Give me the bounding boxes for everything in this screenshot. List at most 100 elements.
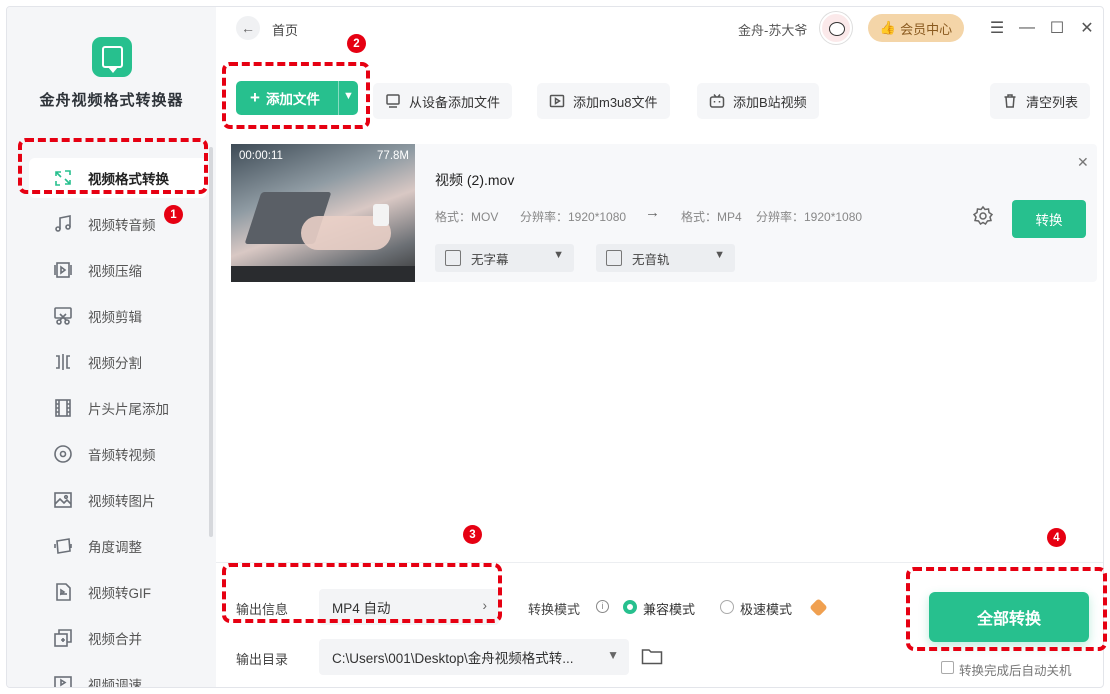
video-size: 77.8M: [377, 150, 409, 162]
add-from-device-label: 从设备添加文件: [409, 94, 501, 110]
convert-button[interactable]: 转换: [1012, 200, 1086, 238]
info-icon[interactable]: i: [596, 600, 609, 613]
sidebar: 金舟视频格式转换器 视频格式转换 视频转音频 视频压缩 视频剪辑 视频分割 片头…: [7, 7, 216, 688]
annotation-badge: 1: [164, 205, 183, 224]
output-dir-label: 输出目录: [236, 652, 289, 667]
add-bilibili-label: 添加B站视频: [733, 94, 807, 110]
app-logo-icon: [92, 37, 132, 77]
menu-icon[interactable]: ☰: [987, 18, 1007, 38]
maximize-icon[interactable]: ☐: [1047, 18, 1067, 38]
source-format: 格式：MOV: [435, 210, 499, 224]
music-note-icon: [51, 212, 75, 236]
arrow-right-icon: →: [645, 204, 660, 221]
chevron-down-icon: ▼: [607, 648, 619, 662]
add-m3u8-label: 添加m3u8文件: [573, 94, 658, 110]
sidebar-item-label: 视频分割: [88, 356, 142, 371]
file-name: 视频 (2).mov: [435, 172, 515, 188]
thumbs-up-icon: 👍: [879, 20, 897, 35]
chevron-down-icon: ▼: [714, 249, 725, 261]
vip-center-button[interactable]: 👍 会员中心: [868, 14, 964, 42]
sidebar-item-rotate[interactable]: 角度调整: [29, 526, 207, 566]
video-thumbnail[interactable]: 00:00:11 77.8M: [231, 144, 415, 282]
close-icon[interactable]: ✕: [1077, 18, 1097, 38]
sidebar-item-compress[interactable]: 视频压缩: [29, 250, 207, 290]
audio-track-icon: [606, 250, 622, 266]
sidebar-scrollbar[interactable]: [209, 147, 213, 537]
bilibili-icon: [709, 94, 725, 108]
sidebar-item-label: 视频转音频: [88, 218, 156, 233]
sidebar-item-speed[interactable]: 视频调速: [29, 664, 207, 688]
avatar[interactable]: [820, 12, 852, 44]
back-button[interactable]: ←: [236, 16, 260, 40]
app-title: 金舟视频格式转换器: [39, 92, 184, 109]
convert-mode-label: 转换模式: [528, 602, 581, 617]
image-icon: [51, 488, 75, 512]
annotation-badge: 2: [347, 34, 366, 53]
sidebar-item-label: 音频转视频: [88, 448, 156, 463]
fast-mode-radio[interactable]: [720, 600, 734, 614]
clear-list-button[interactable]: 清空列表: [990, 83, 1091, 119]
sidebar-item-label: 视频合并: [88, 632, 142, 647]
fast-mode-label[interactable]: 极速模式: [740, 599, 792, 618]
rotate-icon: [51, 534, 75, 558]
sidebar-item-intro-outro[interactable]: 片头片尾添加: [29, 388, 207, 428]
vip-center-label: 会员中心: [900, 21, 953, 37]
auto-shutdown-label[interactable]: 转换完成后自动关机: [959, 660, 1072, 679]
subtitle-value: 无字幕: [471, 252, 509, 267]
gear-icon[interactable]: [971, 204, 995, 228]
target-format: 格式：MP4: [681, 210, 742, 224]
folder-icon[interactable]: [641, 647, 663, 665]
annotation-box-convert-all: [906, 567, 1107, 651]
sidebar-item-label: 视频转GIF: [88, 586, 151, 601]
output-dir-value: C:\Users\001\Desktop\金舟视频格式转...: [332, 651, 574, 666]
annotation-box-sidebar: [18, 138, 208, 194]
sidebar-item-label: 视频调速: [88, 678, 142, 688]
merge-icon: [51, 626, 75, 650]
annotation-box-add-file: [222, 62, 370, 129]
breadcrumb[interactable]: 首页: [272, 20, 298, 39]
clear-list-label: 清空列表: [1026, 94, 1079, 110]
trash-icon: [1004, 94, 1016, 108]
audio-track-value: 无音轨: [632, 252, 670, 267]
file-list-item: 00:00:11 77.8M 视频 (2).mov 格式：MOV 分辨率：192…: [231, 144, 1097, 282]
annotation-box-output-format: [222, 563, 502, 623]
sidebar-item-label: 视频剪辑: [88, 310, 142, 325]
audio-track-dropdown[interactable]: 无音轨 ▼: [596, 244, 735, 272]
annotation-badge: 4: [1047, 528, 1066, 547]
add-from-device-button[interactable]: 从设备添加文件: [373, 83, 513, 119]
sidebar-item-video-to-image[interactable]: 视频转图片: [29, 480, 207, 520]
sidebar-item-label: 片头片尾添加: [88, 402, 169, 417]
minimize-icon[interactable]: —: [1017, 18, 1037, 38]
add-m3u8-button[interactable]: 添加m3u8文件: [537, 83, 670, 119]
compress-icon: [51, 258, 75, 282]
auto-shutdown-checkbox[interactable]: [941, 661, 954, 674]
compatible-mode-label[interactable]: 兼容模式: [643, 599, 695, 618]
source-resolution: 分辨率：1920*1080: [520, 210, 627, 224]
annotation-badge: 3: [463, 525, 482, 544]
sidebar-item-label: 角度调整: [88, 540, 142, 555]
compatible-mode-radio[interactable]: [623, 600, 637, 614]
film-icon: [51, 396, 75, 420]
sidebar-item-edit[interactable]: 视频剪辑: [29, 296, 207, 336]
subtitle-dropdown[interactable]: 无字幕 ▼: [435, 244, 574, 272]
add-bilibili-button[interactable]: 添加B站视频: [697, 83, 819, 119]
close-icon[interactable]: ✕: [1077, 154, 1089, 171]
sidebar-item-audio-to-video[interactable]: 音频转视频: [29, 434, 207, 474]
sidebar-item-merge[interactable]: 视频合并: [29, 618, 207, 658]
disc-icon: [51, 442, 75, 466]
sidebar-item-split[interactable]: 视频分割: [29, 342, 207, 382]
subtitle-icon: [445, 250, 461, 266]
play-box-icon: [549, 94, 565, 108]
video-duration: 00:00:11: [239, 150, 283, 162]
chevron-down-icon: ▼: [553, 249, 564, 261]
scissors-icon: [51, 304, 75, 328]
gif-icon: [51, 580, 75, 604]
target-resolution: 分辨率：1920*1080: [756, 210, 863, 224]
sidebar-item-label: 视频压缩: [88, 264, 142, 279]
sidebar-item-label: 视频转图片: [88, 494, 156, 509]
speed-icon: [51, 672, 75, 687]
vip-badge-icon: [809, 598, 828, 617]
arrow-left-icon: ←: [241, 20, 255, 36]
sidebar-item-video-to-gif[interactable]: 视频转GIF: [29, 572, 207, 612]
output-dir-select[interactable]: C:\Users\001\Desktop\金舟视频格式转... ▼: [319, 639, 629, 675]
